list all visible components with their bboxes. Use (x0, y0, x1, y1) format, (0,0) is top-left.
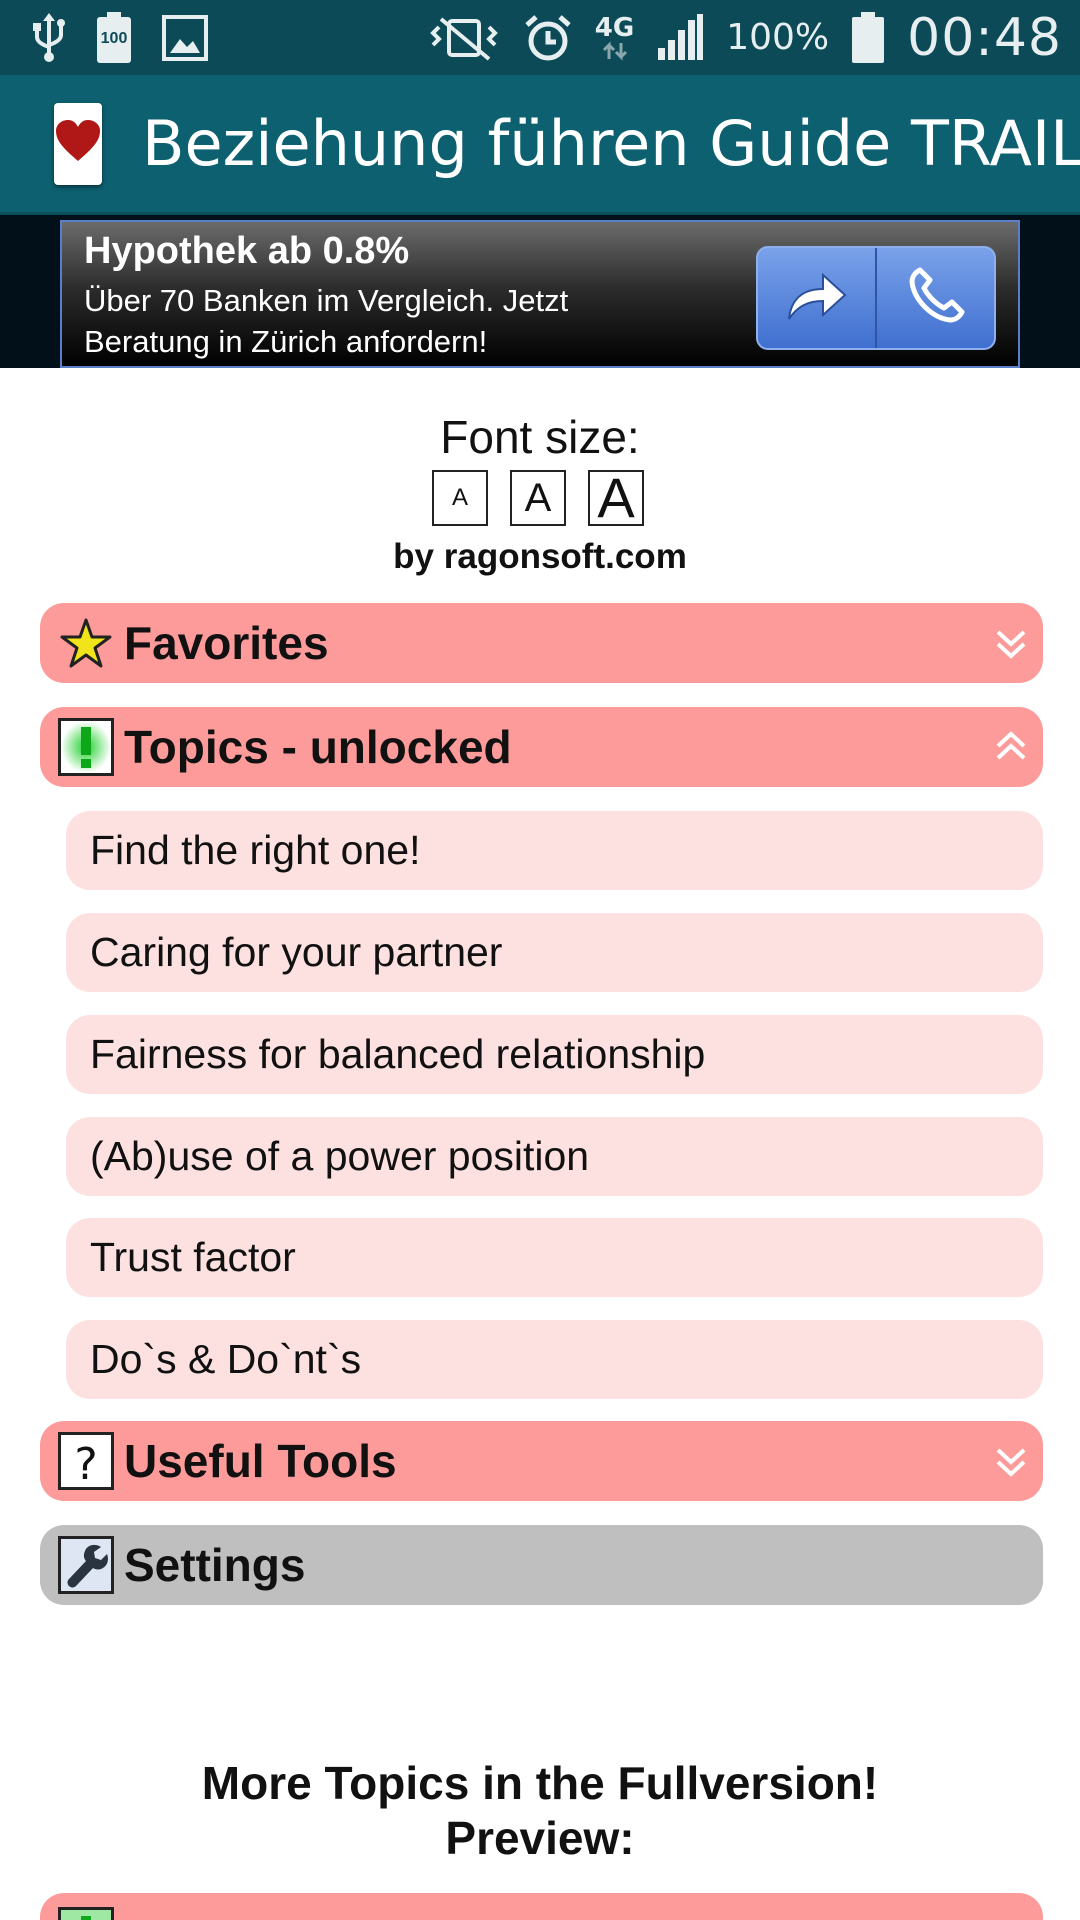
image-icon (162, 14, 208, 61)
preview-section-cut[interactable] (40, 1893, 1043, 1920)
topic-item[interactable]: (Ab)use of a power position (66, 1117, 1043, 1196)
section-topics-unlocked[interactable]: Topics - unlocked (40, 707, 1043, 787)
chevron-double-up-icon (991, 727, 1031, 767)
share-arrow-icon (785, 269, 849, 328)
topic-label: Do`s & Do`nt`s (90, 1336, 362, 1382)
exclamation-icon (58, 718, 114, 776)
ad-title: Hypothek ab 0.8% (84, 230, 410, 272)
ad-banner[interactable]: Hypothek ab 0.8% Über 70 Banken im Vergl… (60, 220, 1020, 368)
status-bar-system: 4G 100% 00:48 (427, 8, 1062, 68)
topic-item[interactable]: Trust factor (66, 1218, 1043, 1297)
exclamation-icon (58, 1907, 114, 1920)
topic-label: Trust factor (90, 1234, 296, 1280)
app-title: Beziehung führen Guide TRAIL (142, 107, 1080, 180)
topic-label: (Ab)use of a power position (90, 1133, 590, 1179)
network-4g-icon: 4G (595, 15, 634, 61)
more-topics-line1: More Topics in the Fullversion! (201, 1757, 879, 1809)
section-useful-tools[interactable]: ? Useful Tools (40, 1421, 1043, 1501)
ad-body: Über 70 Banken im Vergleich. Jetzt Berat… (84, 283, 569, 359)
byline: by ragonsoft.com (393, 537, 687, 576)
signal-strength-icon (656, 13, 704, 62)
usb-icon (32, 12, 66, 63)
ad-open-button[interactable] (758, 248, 875, 348)
topic-label: Caring for your partner (90, 929, 503, 975)
network-type-label: 4G (594, 12, 635, 43)
section-settings[interactable]: Settings (40, 1525, 1043, 1605)
battery-icon (851, 11, 885, 64)
status-bar-notifications: 100 (32, 11, 427, 64)
topic-label: Fairness for balanced relationship (90, 1031, 706, 1077)
font-size-medium-button[interactable]: A (510, 470, 566, 526)
font-size-label: Font size: (440, 411, 640, 463)
ad-action-buttons (756, 246, 996, 350)
svg-text:?: ? (74, 1439, 97, 1487)
font-size-small-button[interactable]: A (432, 470, 488, 526)
more-topics-line2: Preview: (445, 1812, 635, 1864)
app-logo[interactable] (54, 102, 102, 185)
battery-full-icon: 100 (96, 11, 132, 64)
heart-icon (54, 119, 102, 168)
section-label: Topics - unlocked (124, 721, 512, 773)
chevron-double-down-icon (991, 1441, 1031, 1481)
star-icon (58, 615, 114, 671)
topic-item[interactable]: Fairness for balanced relationship (66, 1015, 1043, 1094)
clock: 00:48 (907, 7, 1062, 68)
more-topics-text: More Topics in the Fullversion! Preview: (0, 1756, 1080, 1866)
alarm-icon (523, 13, 573, 63)
section-label: Favorites (124, 617, 329, 669)
topic-label: Find the right one! (90, 827, 421, 873)
wrench-icon (58, 1536, 114, 1594)
topic-item[interactable]: Caring for your partner (66, 913, 1043, 992)
topic-item[interactable]: Find the right one! (66, 811, 1043, 890)
status-bar: 100 4G 100% 00:48 (0, 0, 1080, 75)
ad-container: Hypothek ab 0.8% Über 70 Banken im Vergl… (0, 215, 1080, 368)
chevron-double-down-icon (991, 623, 1031, 663)
section-label: Useful Tools (124, 1435, 397, 1487)
ad-call-button[interactable] (875, 248, 994, 348)
section-label: Settings (124, 1539, 306, 1591)
battery-level-text: 100 (100, 29, 128, 47)
battery-percent: 100% (726, 17, 830, 58)
font-size-buttons: A A A (432, 470, 644, 526)
topic-item[interactable]: Do`s & Do`nt`s (66, 1320, 1043, 1399)
section-favorites[interactable]: Favorites (40, 603, 1043, 683)
question-mark-icon: ? (58, 1432, 114, 1490)
phone-icon (906, 266, 966, 331)
mute-vibrate-icon (427, 15, 501, 61)
font-size-large-button[interactable]: A (588, 470, 644, 526)
app-bar: Beziehung führen Guide TRAIL (0, 75, 1080, 215)
